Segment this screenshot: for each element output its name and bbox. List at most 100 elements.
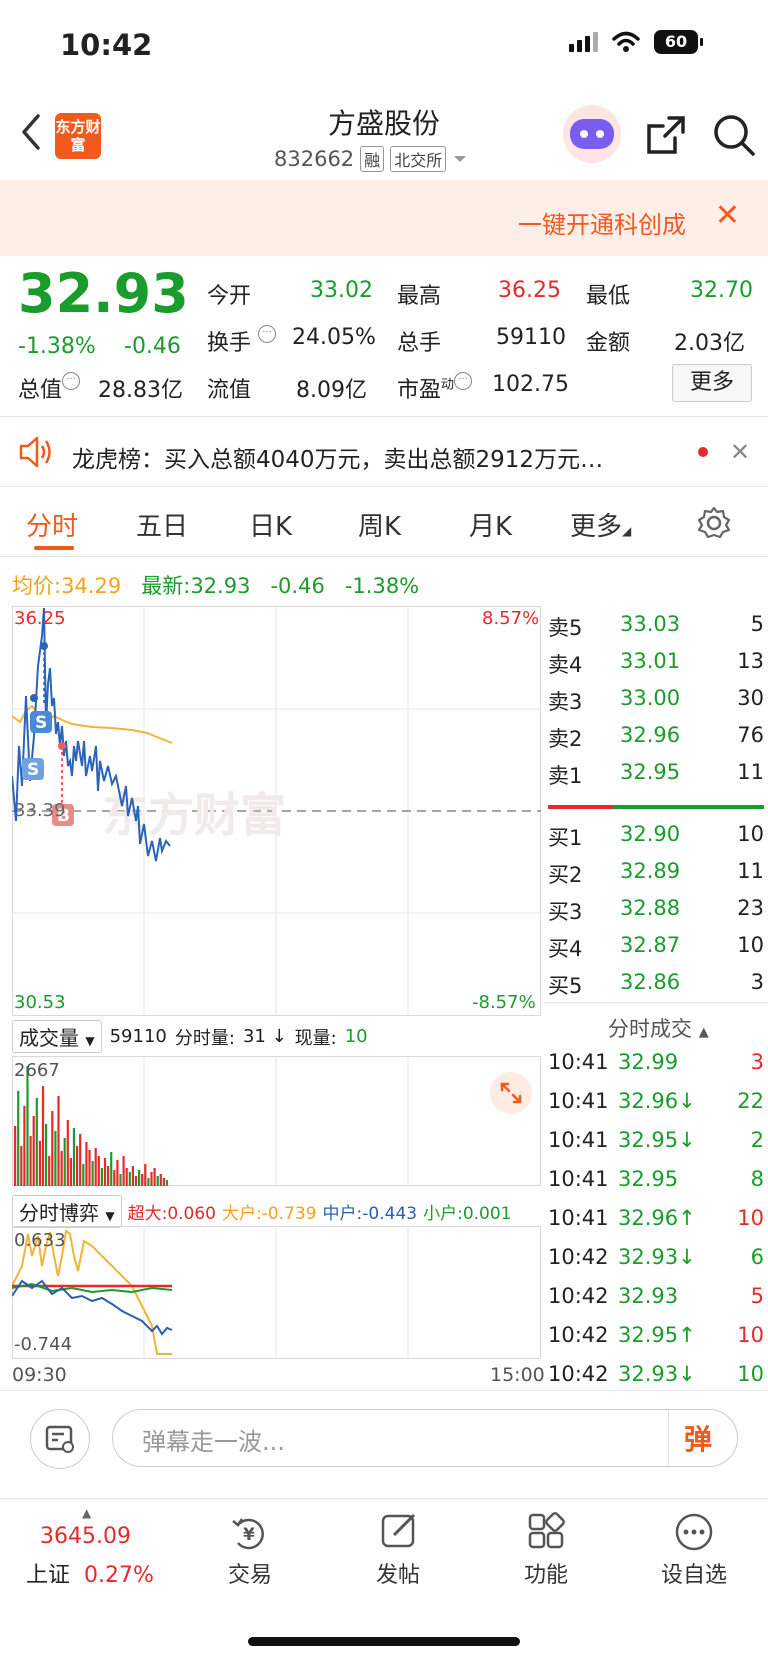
volume-bar bbox=[110, 1152, 113, 1186]
unread-dot bbox=[698, 447, 708, 457]
bid-volume: 10 bbox=[737, 933, 764, 957]
ask-row[interactable]: 卖4 33.01 13 bbox=[548, 649, 764, 679]
info-icon[interactable]: ··· bbox=[454, 372, 473, 390]
bid-volume: 23 bbox=[737, 896, 764, 920]
ask-label: 卖4 bbox=[548, 653, 583, 677]
game-top: 0.633 bbox=[14, 1230, 66, 1251]
ask-row[interactable]: 卖1 32.95 11 bbox=[548, 760, 764, 790]
tab-functions[interactable]: 功能 bbox=[486, 1557, 606, 1589]
volume-bar bbox=[60, 1151, 63, 1186]
info-icon[interactable]: ··· bbox=[62, 372, 81, 390]
volume-bar bbox=[144, 1164, 147, 1186]
functions-grid-icon[interactable] bbox=[527, 1512, 567, 1552]
trade-volume: 8 bbox=[750, 1167, 764, 1191]
volume-value: 59110 bbox=[496, 325, 566, 350]
volume-bar bbox=[32, 1116, 35, 1186]
divider bbox=[0, 1390, 768, 1391]
share-icon[interactable] bbox=[645, 114, 687, 156]
volume-bar bbox=[97, 1156, 100, 1186]
bid-row[interactable]: 买5 32.86 3 bbox=[548, 970, 764, 1000]
settings-gear-icon[interactable] bbox=[696, 505, 732, 541]
assistant-avatar[interactable] bbox=[563, 105, 621, 163]
ask-label: 卖3 bbox=[548, 690, 583, 714]
ask-volume: 13 bbox=[737, 649, 764, 673]
high-label: 最高 bbox=[397, 284, 442, 309]
volume-bar bbox=[23, 1106, 26, 1186]
more-button[interactable]: 更多 bbox=[672, 364, 752, 402]
minute-volume-value: 31 ↓ bbox=[242, 1026, 287, 1047]
svg-text:S: S bbox=[27, 760, 39, 780]
market-cap-label: 总值 ··· bbox=[18, 372, 81, 404]
trade-volume: 2 bbox=[750, 1128, 764, 1152]
index-value[interactable]: 3645.09 bbox=[40, 1524, 131, 1549]
tab-add-watchlist[interactable]: 设自选 bbox=[634, 1557, 754, 1589]
info-icon[interactable]: ··· bbox=[258, 325, 277, 343]
close-icon[interactable]: ✕ bbox=[730, 438, 750, 466]
bid-label: 买2 bbox=[548, 863, 583, 887]
trade-price: 32.96↑ bbox=[618, 1206, 696, 1230]
signal-icon bbox=[569, 32, 598, 52]
change-pct: -1.38% bbox=[18, 334, 96, 359]
svg-text:¥: ¥ bbox=[243, 1525, 255, 1545]
tab-weekly-k[interactable]: 周K bbox=[358, 506, 401, 543]
trade-price: 32.93↓ bbox=[618, 1362, 696, 1386]
bid-row[interactable]: 买4 32.87 10 bbox=[548, 933, 764, 963]
bid-label: 买1 bbox=[548, 826, 583, 850]
volume-selector[interactable]: 成交量 ▼ bbox=[12, 1020, 102, 1053]
tab-intraday[interactable]: 分时 bbox=[26, 506, 78, 543]
volume-bar bbox=[66, 1120, 69, 1186]
tab-trade[interactable]: 交易 bbox=[190, 1557, 310, 1589]
close-icon[interactable]: ✕ bbox=[715, 198, 740, 233]
volume-bar bbox=[156, 1176, 159, 1186]
ask-row[interactable]: 卖3 33.00 30 bbox=[548, 686, 764, 716]
bid-row[interactable]: 买1 32.90 10 bbox=[548, 822, 764, 852]
volume-bar bbox=[141, 1174, 144, 1186]
current-volume-value: 10 bbox=[344, 1026, 368, 1047]
search-icon[interactable] bbox=[712, 113, 756, 157]
volume-bar bbox=[162, 1178, 165, 1186]
game-selector[interactable]: 分时博弈 ▼ bbox=[12, 1195, 122, 1228]
danmu-send-button[interactable]: 弹 bbox=[684, 1418, 712, 1458]
trade-time: 10:41 bbox=[548, 1167, 609, 1191]
more-options-icon[interactable] bbox=[674, 1512, 714, 1552]
caret-up-icon: ▲ bbox=[82, 1506, 92, 1520]
volume-bar bbox=[82, 1164, 85, 1186]
trade-volume: 10 bbox=[737, 1362, 764, 1386]
trade-price: 32.95↑ bbox=[618, 1323, 696, 1347]
stock-code-row[interactable]: 832662 融 北交所 bbox=[274, 146, 468, 172]
danmu-settings-icon[interactable] bbox=[30, 1409, 90, 1469]
ask-row[interactable]: 卖5 33.03 5 bbox=[548, 612, 764, 642]
trade-volume: 22 bbox=[737, 1089, 764, 1113]
game-chart-svg bbox=[12, 1226, 409, 1359]
ask-row[interactable]: 卖2 32.96 76 bbox=[548, 723, 764, 753]
ask-volume: 5 bbox=[750, 612, 764, 636]
volume-bar bbox=[119, 1174, 122, 1186]
tab-monthly-k[interactable]: 月K bbox=[469, 506, 512, 543]
ask-price: 33.01 bbox=[620, 649, 681, 673]
post-edit-icon[interactable] bbox=[380, 1511, 420, 1551]
promo-text[interactable]: 一键开通科创成 bbox=[518, 205, 686, 240]
tab-underline bbox=[34, 546, 74, 550]
volume-bar bbox=[103, 1158, 107, 1186]
expand-icon[interactable] bbox=[490, 1072, 532, 1114]
float-cap-label: 流值 bbox=[207, 378, 252, 403]
bid-row[interactable]: 买2 32.89 11 bbox=[548, 859, 764, 889]
open-label: 今开 bbox=[207, 284, 252, 309]
trade-point bbox=[40, 642, 48, 650]
tab-more[interactable]: 更多◢ bbox=[570, 506, 631, 543]
margin-tag: 融 bbox=[360, 146, 385, 172]
tab-daily-k[interactable]: 日K bbox=[249, 506, 292, 543]
trade-time: 10:41 bbox=[548, 1089, 609, 1113]
tab-post[interactable]: 发帖 bbox=[338, 1557, 458, 1589]
home-indicator bbox=[248, 1637, 520, 1646]
tab-five-day[interactable]: 五日 bbox=[136, 506, 188, 543]
bid-row[interactable]: 买3 32.88 23 bbox=[548, 896, 764, 926]
trades-title[interactable]: 分时成交 ▲ bbox=[608, 1013, 709, 1043]
axis-prev-close: 33.39 bbox=[14, 800, 66, 821]
trade-time: 10:42 bbox=[548, 1284, 609, 1308]
index-row[interactable]: 上证 0.27% bbox=[26, 1557, 154, 1589]
trade-yen-icon[interactable]: ¥ bbox=[230, 1513, 272, 1553]
volume-bar bbox=[35, 1098, 38, 1186]
volume-bar bbox=[100, 1168, 103, 1186]
dragon-tiger-notice[interactable]: 龙虎榜：买入总额4040万元，卖出总额2912万元… bbox=[72, 440, 603, 474]
